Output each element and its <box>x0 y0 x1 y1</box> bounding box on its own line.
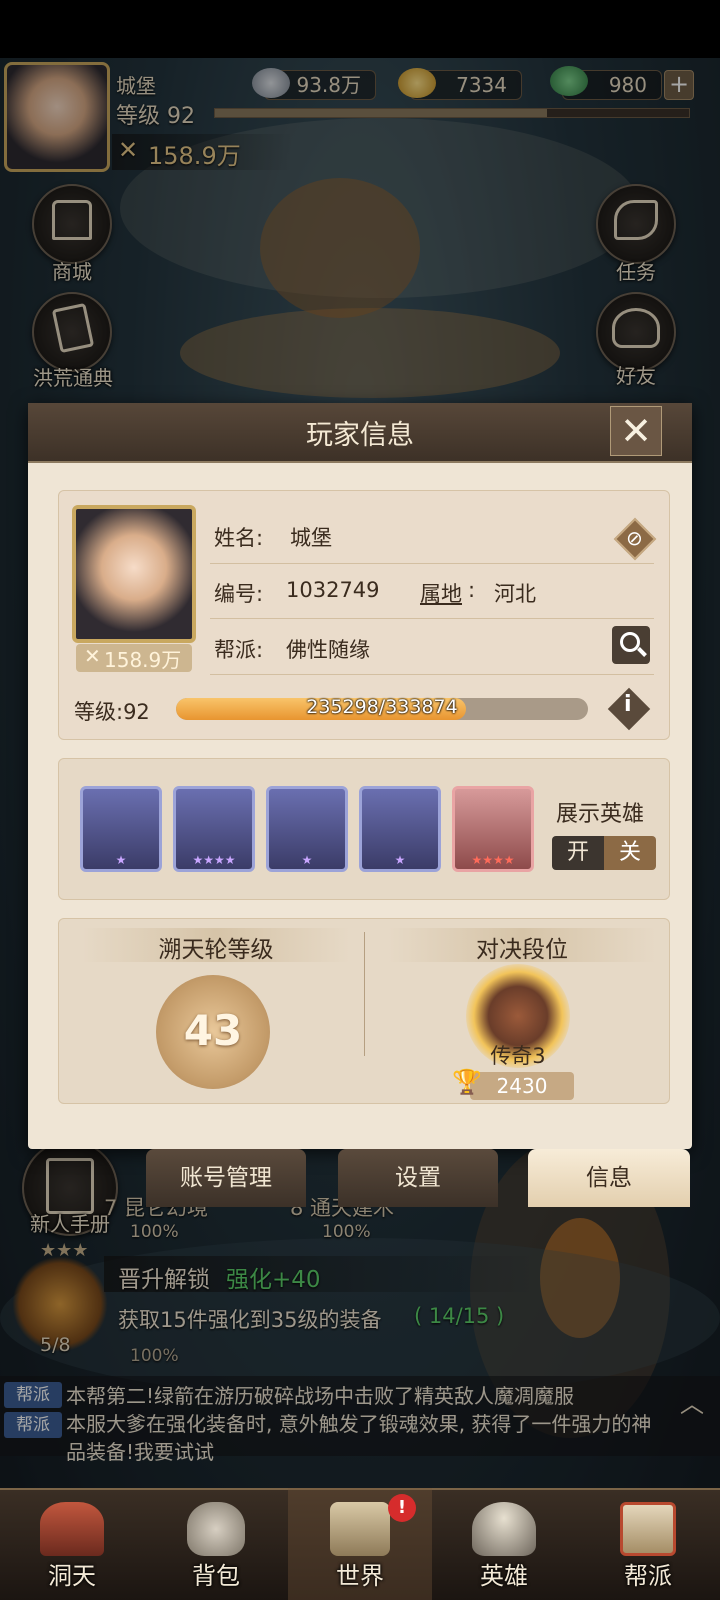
guild-value: 佛性随缘 <box>286 638 370 662</box>
level-label: 等级:92 <box>74 700 150 724</box>
toggle-off[interactable]: 关 <box>604 836 656 870</box>
stats-divider <box>364 932 365 1056</box>
close-button[interactable]: ✕ <box>610 406 662 456</box>
status-bar-area <box>0 0 720 58</box>
id-value: 1032749 <box>286 578 380 602</box>
nav-world-label: 世界 <box>336 1562 384 1590</box>
nav-home[interactable]: 洞天 <box>0 1488 144 1600</box>
bag-icon <box>187 1502 245 1556</box>
hero-stars: ★ <box>115 853 127 867</box>
wheel-level-value: 43 <box>183 1006 243 1055</box>
avatar-power-value: 158.9万 <box>104 648 182 672</box>
separator <box>210 618 654 619</box>
hero-stars: ★★★★ <box>471 853 515 867</box>
name-value: 城堡 <box>290 526 332 550</box>
pavilion-icon <box>40 1502 104 1556</box>
wheel-title: 溯天轮等级 <box>158 937 274 963</box>
separator <box>210 563 654 564</box>
rank-points: 2430 <box>496 1074 548 1098</box>
world-scroll-icon <box>330 1502 390 1556</box>
nav-guild[interactable]: 帮派 <box>576 1488 720 1600</box>
hero-stars: ★ <box>301 853 313 867</box>
hero-card[interactable]: ★ <box>266 786 348 872</box>
rank-title: 对决段位 <box>476 937 568 963</box>
nav-guild-label: 帮派 <box>624 1562 672 1590</box>
region-colon: : <box>468 578 476 602</box>
hero-stars: ★★★★ <box>192 853 236 867</box>
toggle-on[interactable]: 开 <box>552 836 604 870</box>
separator <box>210 674 654 675</box>
show-heroes-label: 展示英雄 <box>556 802 645 827</box>
id-label: 编号: <box>214 582 264 606</box>
region-link[interactable]: 属地 <box>420 578 462 608</box>
tab-account[interactable]: 账号管理 <box>146 1149 306 1207</box>
nav-heroes-label: 英雄 <box>480 1562 528 1590</box>
hero-card[interactable]: ★ <box>80 786 162 872</box>
guild-banner-icon <box>620 1502 676 1556</box>
nav-world-badge: ! <box>388 1494 416 1522</box>
region-value: 河北 <box>494 582 536 606</box>
tab-settings[interactable]: 设置 <box>338 1149 498 1207</box>
close-icon: ✕ <box>620 409 652 453</box>
profile-avatar[interactable] <box>72 505 196 643</box>
dialog-title: 玩家信息 <box>306 420 414 451</box>
avatar-power-icon: ✕ <box>84 644 101 668</box>
name-label: 姓名: <box>214 526 264 550</box>
edit-icon: ⊘ <box>626 526 643 550</box>
hero-card[interactable]: ★★★★ <box>452 786 534 872</box>
nav-home-label: 洞天 <box>48 1562 96 1590</box>
info-icon: i <box>624 692 632 717</box>
show-heroes-toggle[interactable]: 开 关 <box>552 836 656 870</box>
guild-search-button[interactable] <box>612 626 650 664</box>
hero-hat-icon <box>472 1502 536 1556</box>
guild-label: 帮派: <box>214 638 264 662</box>
hero-card[interactable]: ★ <box>359 786 441 872</box>
nav-bag-label: 背包 <box>192 1562 240 1590</box>
nav-bag[interactable]: 背包 <box>144 1488 288 1600</box>
hero-stars: ★ <box>394 853 406 867</box>
exp-text: 235298/333874 <box>306 696 458 718</box>
hero-card[interactable]: ★★★★ <box>173 786 255 872</box>
rank-name: 传奇3 <box>490 1044 546 1068</box>
nav-heroes[interactable]: 英雄 <box>432 1488 576 1600</box>
tab-info[interactable]: 信息 <box>528 1149 690 1207</box>
